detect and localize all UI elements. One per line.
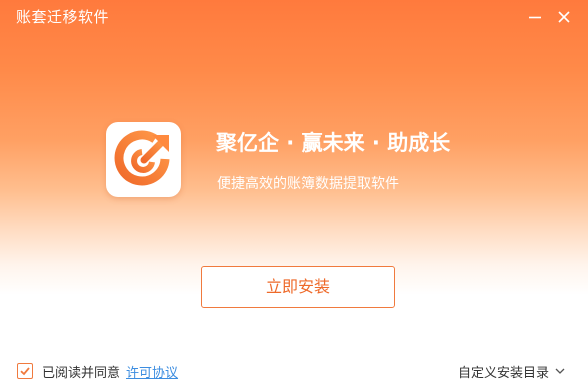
- slogan: 聚亿企 · 赢未来 · 助成长: [216, 131, 451, 155]
- installer-window: 账套迁移软件 聚亿企 · 赢未来 · 助成长 便捷高效的账簿数据提取软件 立即安…: [0, 0, 588, 388]
- app-logo: [106, 122, 181, 197]
- custom-install-dir-toggle[interactable]: 自定义安装目录: [458, 362, 566, 381]
- window-title: 账套迁移软件: [16, 8, 110, 26]
- agree-label: 已阅读并同意: [42, 365, 121, 381]
- minimize-button[interactable]: [527, 9, 543, 25]
- checkmark-icon: [20, 367, 30, 376]
- title-bar[interactable]: 账套迁移软件: [0, 0, 588, 34]
- custom-install-dir-label: 自定义安装目录: [458, 365, 550, 381]
- close-icon: [558, 11, 570, 23]
- subtitle: 便捷高效的账簿数据提取软件: [217, 176, 399, 192]
- close-button[interactable]: [556, 9, 572, 25]
- agree-checkbox[interactable]: [17, 363, 33, 379]
- install-now-button[interactable]: 立即安装: [201, 266, 395, 308]
- minimize-icon: [529, 16, 541, 19]
- chevron-down-icon: [555, 368, 565, 374]
- export-arrow-icon: [114, 130, 170, 186]
- agreement-row: 已阅读并同意 许可协议: [17, 362, 178, 381]
- license-agreement-link[interactable]: 许可协议: [126, 362, 178, 381]
